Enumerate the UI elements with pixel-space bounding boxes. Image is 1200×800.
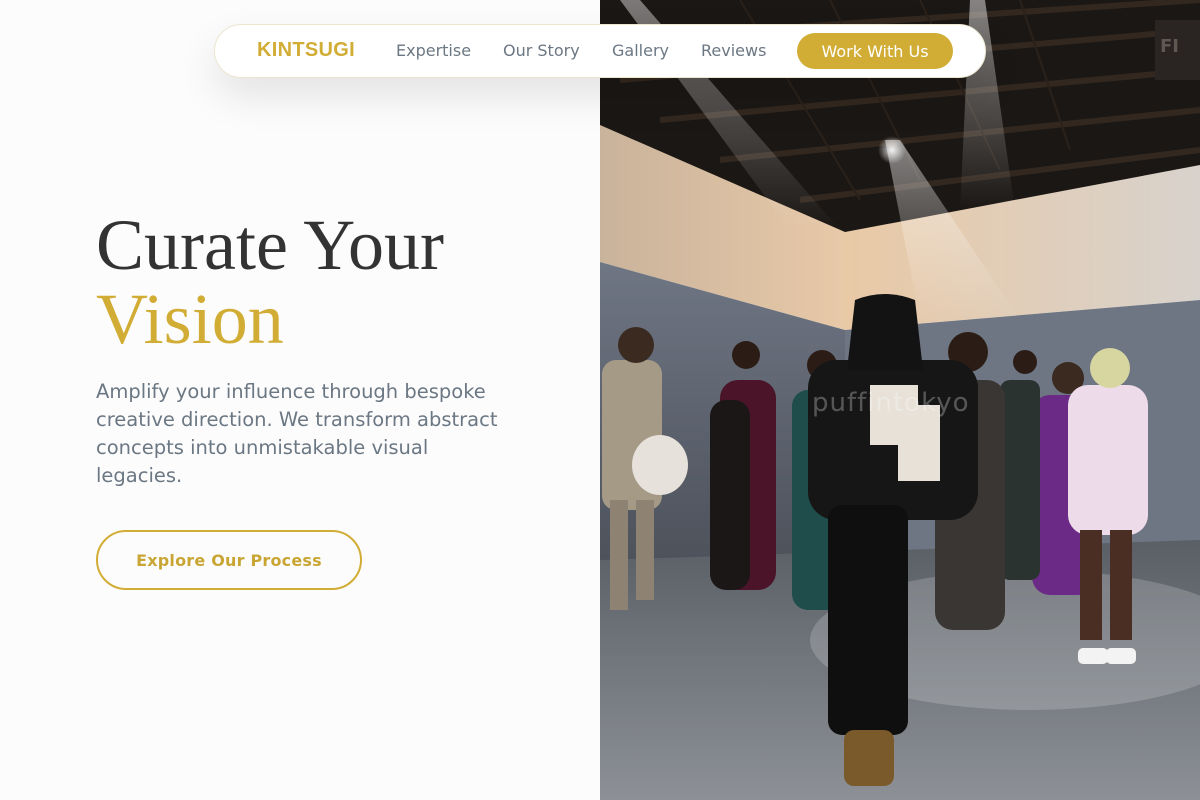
- nav-link-expertise[interactable]: Expertise: [396, 41, 471, 60]
- hero-title: Curate Your Vision: [96, 208, 444, 356]
- nav-link-our-story[interactable]: Our Story: [503, 41, 580, 60]
- top-nav: KINTSUGI Expertise Our Story Gallery Rev…: [214, 24, 986, 78]
- explore-process-button[interactable]: Explore Our Process: [96, 530, 362, 590]
- svg-text:FI: FI: [1160, 36, 1179, 57]
- hero-description: Amplify your influence through bespoke c…: [96, 380, 498, 487]
- nav-link-reviews[interactable]: Reviews: [701, 41, 766, 60]
- hero-title-line2: Vision: [96, 279, 284, 359]
- hero-left-panel: Curate Your Vision Amplify your influenc…: [0, 0, 600, 800]
- brand-logo[interactable]: KINTSUGI: [257, 39, 355, 62]
- nav-link-gallery[interactable]: Gallery: [612, 41, 669, 60]
- hero-title-line1: Curate Your: [96, 205, 445, 285]
- work-with-us-button[interactable]: Work With Us: [797, 33, 953, 69]
- photo-watermark: puffintokyo: [812, 388, 970, 418]
